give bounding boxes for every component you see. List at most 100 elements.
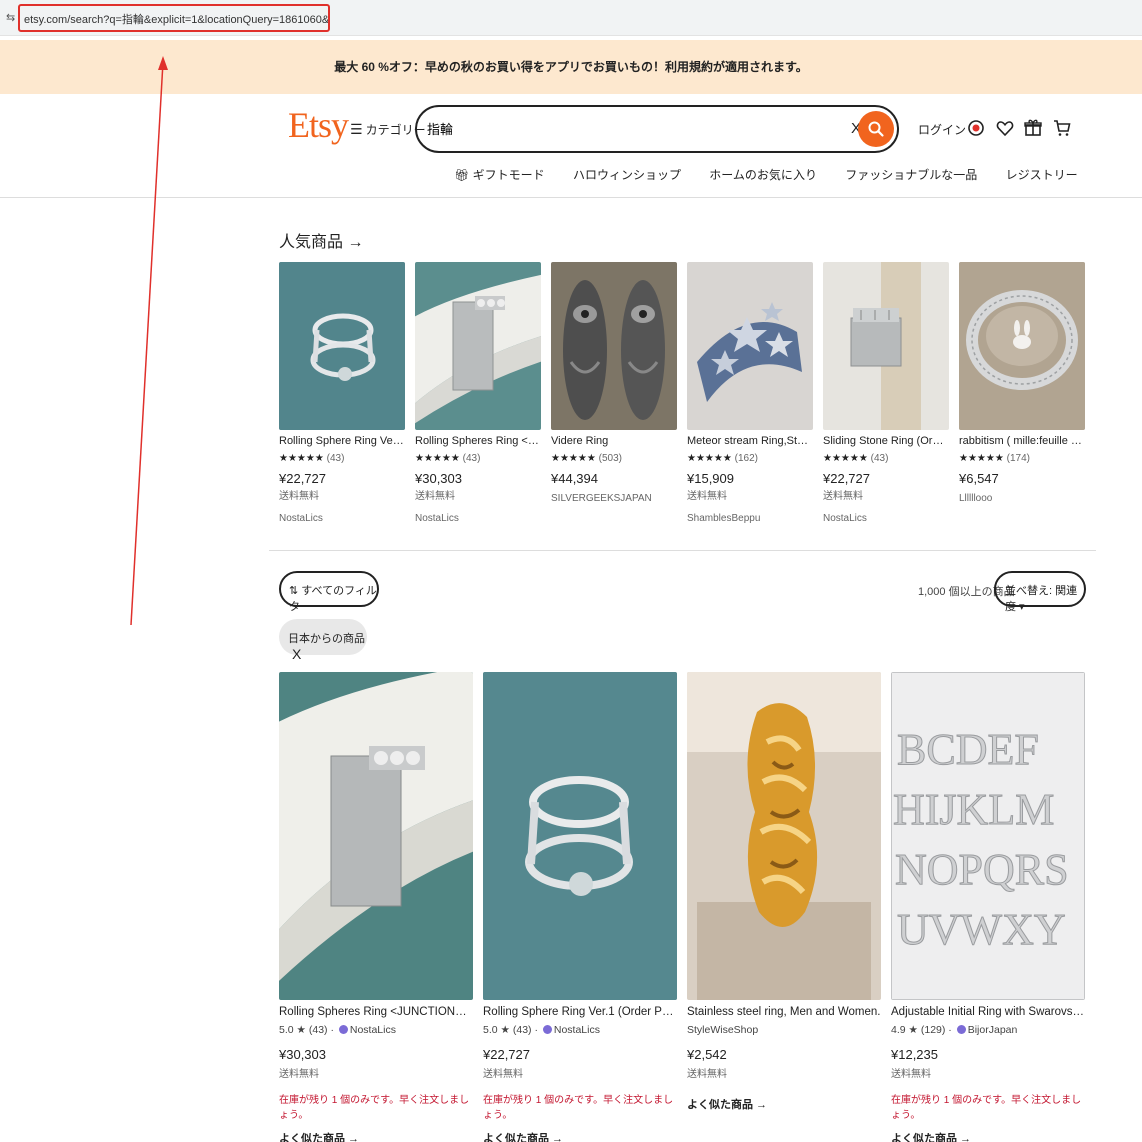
free-shipping-label: 送料無料: [687, 491, 727, 502]
shop-name: NostaLics: [415, 513, 459, 524]
search-bar: X: [415, 105, 899, 153]
product-rating: ★★★★★ (174): [959, 453, 1030, 464]
product-image[interactable]: [687, 262, 813, 430]
product-price: ¥22,727: [483, 1047, 530, 1062]
free-shipping-label: 送料無料: [891, 1069, 931, 1080]
product-price: ¥22,727: [279, 471, 326, 486]
gift-icon: 🎁︎: [454, 168, 473, 182]
result-card[interactable]: Stainless steel ring, Men and Women. Sty…: [687, 672, 881, 1112]
nav-item-fashion[interactable]: ファッショナブルな一品: [845, 168, 977, 182]
shop-name: SILVERGEEKSJAPAN: [551, 493, 652, 504]
product-title: Rolling Spheres Ring <JUNCTION> (Order P…: [279, 1006, 473, 1018]
product-image[interactable]: [415, 262, 541, 430]
svg-text:HIJKLM: HIJKLM: [893, 785, 1054, 834]
free-shipping-label: 送料無料: [279, 1069, 319, 1080]
product-image[interactable]: [279, 672, 473, 1000]
product-price: ¥30,303: [415, 471, 462, 486]
product-title: Meteor stream Ring,Star ring,...: [687, 435, 813, 447]
login-link[interactable]: ログイン: [918, 121, 966, 138]
nav-item-home-favorites[interactable]: ホームのお気に入り: [709, 168, 817, 182]
product-title: Adjustable Initial Ring with Swarovski C…: [891, 1006, 1085, 1018]
site-header: Etsy ☰カテゴリー X ログイン 🎁︎ ギフトモード ハロウィンショップ ホ…: [0, 94, 1142, 198]
popular-item-card[interactable]: Sliding Stone Ring (Order Production) ★★…: [823, 262, 949, 524]
star-seller-icon: [338, 1025, 348, 1034]
product-title: rabbitism ( mille:feuille ) ((( P...: [959, 435, 1085, 447]
product-rating: ★★★★★ (162): [687, 453, 758, 464]
product-image[interactable]: [823, 262, 949, 430]
shop-name: ShamblesBeppu: [687, 513, 761, 524]
result-card[interactable]: Rolling Sphere Ring Ver.1 (Order Product…: [483, 672, 677, 1142]
url-field[interactable]: etsy.com/search?q=指輪&explicit=1&location…: [18, 4, 330, 32]
search-button[interactable]: [858, 111, 894, 147]
category-nav: 🎁︎ ギフトモード ハロウィンショップ ホームのお気に入り ファッショナブルな一…: [454, 166, 1103, 183]
product-image[interactable]: [959, 262, 1085, 430]
similar-items-link[interactable]: よく似た商品 →: [483, 1130, 677, 1142]
all-filters-button[interactable]: ⇅ すべてのフィルター: [279, 571, 379, 613]
product-rating: 5.0 ★ (43) · NostaLics: [483, 1024, 600, 1036]
similar-items-link[interactable]: よく似た商品 →: [891, 1130, 1085, 1142]
product-title: Rolling Spheres Ring <JUNCTION>: [415, 435, 541, 447]
product-price: ¥12,235: [891, 1047, 938, 1062]
free-shipping-label: 送料無料: [279, 491, 319, 502]
low-stock-notice: 在庫が残り 1 個のみです。早く注文しましょう。: [891, 1095, 1082, 1121]
filter-chip-ships-from-japan[interactable]: 日本からの商品X: [279, 619, 367, 662]
nav-item-registry[interactable]: レジストリー: [1006, 168, 1078, 182]
shop-name: NostaLics: [349, 1024, 396, 1036]
free-shipping-label: 送料無料: [415, 491, 455, 502]
cart-icon[interactable]: [1052, 118, 1072, 138]
product-price: ¥44,394: [551, 471, 598, 486]
popular-item-card[interactable]: Meteor stream Ring,Star ring,... ★★★★★ (…: [687, 262, 813, 524]
similar-items-link[interactable]: よく似た商品 →: [279, 1130, 473, 1142]
product-image[interactable]: [687, 672, 881, 1000]
product-rating: 4.9 ★ (129) · BijorJapan: [891, 1024, 1018, 1036]
browser-url-bar: ⇆ etsy.com/search?q=指輪&explicit=1&locati…: [0, 0, 1142, 36]
popular-item-card[interactable]: Videre Ring ★★★★★ (503) ¥44,394 SILVERGE…: [551, 262, 677, 504]
shop-name: Llllllooo: [959, 493, 993, 504]
site-settings-icon[interactable]: ⇆: [6, 11, 15, 24]
etsy-logo[interactable]: Etsy: [288, 104, 349, 146]
product-price: ¥22,727: [823, 471, 870, 486]
search-icon: [868, 121, 884, 137]
product-image[interactable]: [551, 262, 677, 430]
sort-button[interactable]: 並べ替え: 関連度 ▾: [994, 571, 1086, 613]
close-icon[interactable]: X: [292, 646, 301, 662]
result-card[interactable]: BCDEF HIJKLM NOPQRS UVWXY Adjustable Ini…: [891, 672, 1085, 1142]
recording-icon[interactable]: [966, 118, 986, 138]
star-seller-icon: [956, 1025, 966, 1034]
product-image[interactable]: [483, 672, 677, 1000]
product-title: Sliding Stone Ring (Order Production): [823, 435, 949, 447]
low-stock-notice: 在庫が残り 1 個のみです。早く注文しましょう。: [483, 1095, 674, 1121]
promo-banner[interactable]: 最大 60 %オフ：早めの秋のお買い得をアプリでお買いもの！利用規約が適用されま…: [0, 40, 1142, 94]
shop-name: NostaLics: [279, 513, 323, 524]
shop-name: NostaLics: [553, 1024, 600, 1036]
section-divider: [269, 550, 1096, 551]
product-image[interactable]: [279, 262, 405, 430]
product-price: ¥30,303: [279, 1047, 326, 1062]
similar-items-link[interactable]: よく似た商品 →: [687, 1096, 881, 1112]
popular-item-card[interactable]: Rolling Sphere Ring Ver.1 (Order Product…: [279, 262, 405, 524]
product-price: ¥6,547: [959, 471, 999, 486]
product-title: Rolling Sphere Ring Ver.1 (Order Product…: [483, 1006, 677, 1018]
svg-text:UVWXY: UVWXY: [897, 905, 1066, 954]
free-shipping-label: 送料無料: [687, 1069, 727, 1080]
search-input[interactable]: [427, 121, 827, 136]
favorites-heart-icon[interactable]: [995, 118, 1015, 138]
product-rating: ★★★★★ (43): [415, 453, 481, 464]
result-card[interactable]: Rolling Spheres Ring <JUNCTION> (Order P…: [279, 672, 473, 1142]
popular-item-card[interactable]: Rolling Spheres Ring <JUNCTION> ★★★★★ (4…: [415, 262, 541, 524]
product-title: Rolling Sphere Ring Ver.1 (Order Product…: [279, 435, 405, 447]
product-rating: ★★★★★ (503): [551, 453, 622, 464]
product-rating: 5.0 ★ (43) · NostaLics: [279, 1024, 396, 1036]
popular-item-card[interactable]: rabbitism ( mille:feuille ) ((( P... ★★★…: [959, 262, 1085, 504]
shop-name: StyleWiseShop: [687, 1024, 759, 1036]
free-shipping-label: 送料無料: [483, 1069, 523, 1080]
shop-name: NostaLics: [823, 513, 867, 524]
gift-icon[interactable]: [1023, 118, 1043, 138]
low-stock-notice: 在庫が残り 1 個のみです。早く注文しましょう。: [279, 1095, 470, 1121]
popular-section-title[interactable]: 人気商品 →: [279, 228, 363, 252]
shop-name: BijorJapan: [967, 1024, 1018, 1036]
menu-icon: ☰: [350, 121, 363, 137]
nav-item-halloween[interactable]: ハロウィンショップ: [573, 168, 681, 182]
nav-item-gift-mode[interactable]: 🎁︎ ギフトモード: [454, 168, 545, 182]
product-image[interactable]: BCDEF HIJKLM NOPQRS UVWXY: [891, 672, 1085, 1000]
